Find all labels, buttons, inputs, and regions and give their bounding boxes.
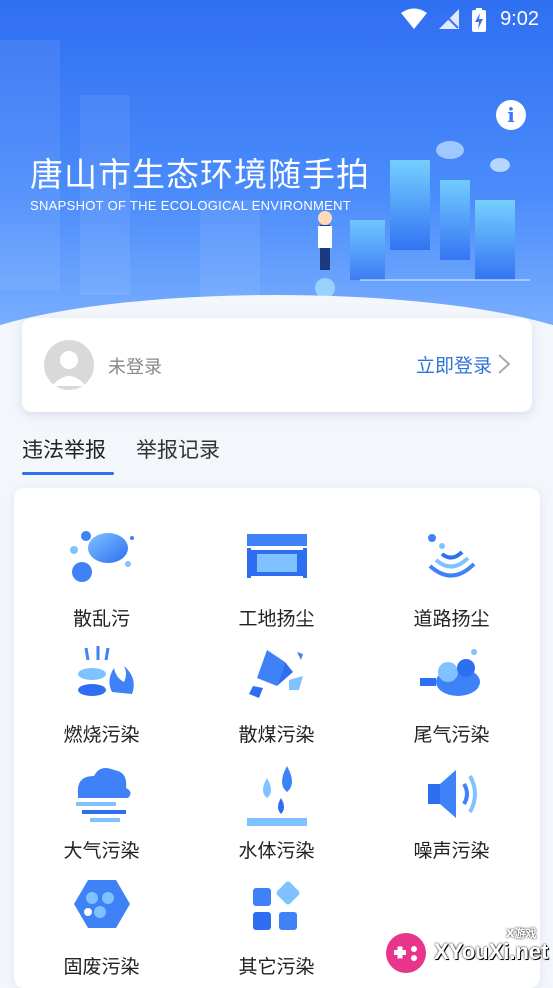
status-bar: 9:02 xyxy=(0,0,553,40)
exhaust-icon xyxy=(419,649,480,696)
category-label: 固废污染 xyxy=(63,956,140,978)
category-panel: 散乱污 工地扬尘 道路扬尘 燃烧污染 散煤污染 尾气污染 大气污染 水体污染 噪… xyxy=(14,488,540,988)
hero-banner: 9:02 i 唐山市生态环境随手拍 SNAPSHOT OF THE ECOLOG… xyxy=(0,0,553,345)
other-grid-icon xyxy=(252,881,299,930)
burning-icon xyxy=(77,646,134,696)
category-coal-pollution[interactable]: 散煤污染 xyxy=(189,642,364,747)
category-label: 大气污染 xyxy=(63,840,140,862)
water-drops-icon xyxy=(246,766,307,826)
chevron-right-icon[interactable] xyxy=(494,353,514,375)
road-dust-icon xyxy=(427,534,475,578)
solid-waste-icon xyxy=(73,880,130,928)
category-label: 散乱污 xyxy=(72,608,130,630)
category-label: 噪声污染 xyxy=(413,840,490,862)
no-signal-icon xyxy=(439,9,459,29)
category-scattered-pollution[interactable]: 散乱污 xyxy=(14,526,189,631)
category-road-dust[interactable]: 道路扬尘 xyxy=(364,526,539,631)
category-label: 工地扬尘 xyxy=(238,608,315,630)
info-icon[interactable]: i xyxy=(496,100,526,130)
category-label: 其它污染 xyxy=(238,956,315,978)
air-cloud-icon xyxy=(75,768,131,822)
battery-charging-icon xyxy=(472,8,486,32)
category-other-pollution[interactable]: 其它污染 xyxy=(189,874,364,979)
scattered-dots-icon xyxy=(69,531,134,582)
category-air-pollution[interactable]: 大气污染 xyxy=(14,758,189,863)
login-card[interactable]: 未登录 立即登录 xyxy=(22,318,532,412)
watermark-brand: XYouXi.net xyxy=(434,939,549,964)
category-label: 燃烧污染 xyxy=(63,724,140,746)
category-noise-pollution[interactable]: 噪声污染 xyxy=(364,758,539,863)
category-construction-dust[interactable]: 工地扬尘 xyxy=(189,526,364,631)
speaker-icon xyxy=(427,770,477,818)
category-label: 尾气污染 xyxy=(413,724,490,746)
gamepad-logo-icon xyxy=(382,929,430,977)
status-time: 9:02 xyxy=(500,8,539,30)
tab-report-records[interactable]: 举报记录 xyxy=(136,434,220,464)
category-label: 散煤污染 xyxy=(238,724,315,746)
wifi-icon xyxy=(401,8,427,29)
avatar-placeholder-icon xyxy=(44,340,94,390)
server-illustration xyxy=(315,141,530,298)
category-burning-pollution[interactable]: 燃烧污染 xyxy=(14,642,189,747)
category-exhaust-pollution[interactable]: 尾气污染 xyxy=(364,642,539,747)
background-building xyxy=(200,200,260,300)
category-label: 水体污染 xyxy=(238,840,315,862)
coal-icon xyxy=(248,650,303,698)
category-label: 道路扬尘 xyxy=(413,608,490,630)
site-watermark: X游戏 XYouXi.net xyxy=(380,925,550,980)
tab-violation-report[interactable]: 违法举报 xyxy=(22,434,106,464)
category-solid-waste[interactable]: 固废污染 xyxy=(14,874,189,979)
category-water-pollution[interactable]: 水体污染 xyxy=(189,758,364,863)
login-now-link[interactable]: 立即登录 xyxy=(416,351,492,378)
construction-site-icon xyxy=(246,534,307,578)
tab-active-indicator xyxy=(22,472,114,475)
login-status-text: 未登录 xyxy=(108,357,162,378)
